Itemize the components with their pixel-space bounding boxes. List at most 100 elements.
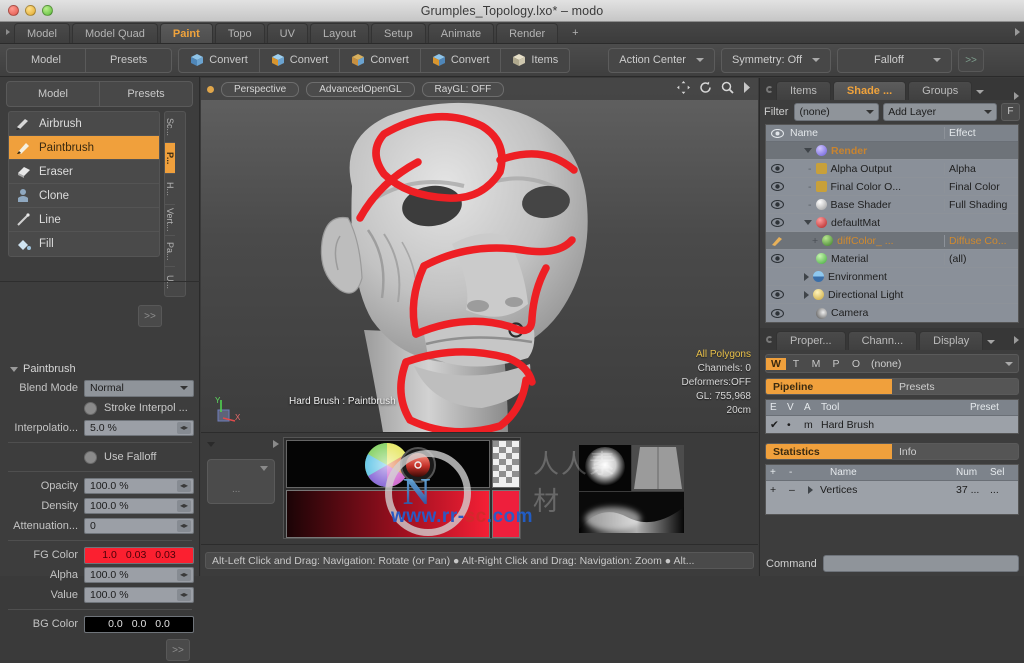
chevron-down-icon[interactable] [976, 90, 985, 94]
color-picker[interactable] [283, 437, 521, 539]
wmpo-key-w[interactable]: W [766, 357, 786, 370]
chevron-down-icon[interactable] [804, 220, 812, 225]
falloff-dropdown[interactable]: Falloff [837, 47, 953, 73]
tab-render[interactable]: Render [496, 23, 559, 43]
table-row[interactable]: Directional Light [766, 286, 1018, 304]
tab-properties[interactable]: Proper... [776, 331, 846, 350]
table-row[interactable]: Environment [766, 268, 1018, 286]
cell-plus[interactable]: + [766, 484, 785, 496]
tab-pipeline[interactable]: Pipeline [766, 379, 892, 394]
zoom-icon[interactable] [721, 81, 734, 94]
eye-icon[interactable] [766, 308, 788, 318]
tab-display[interactable]: Display [919, 331, 984, 350]
symmetry-dropdown[interactable]: Symmetry: Off [720, 47, 832, 73]
table-row[interactable]: - Alpha Output Alpha [766, 160, 1018, 178]
filter-toggle-button[interactable]: F [1000, 102, 1020, 121]
opacity-field[interactable]: 100.0 % ◂▸ [84, 478, 194, 494]
tool-clone[interactable]: Clone [9, 184, 159, 208]
properties-section-header[interactable]: Paintbrush [0, 361, 200, 377]
chevron-down-icon[interactable] [987, 340, 996, 344]
tab-presets[interactable]: Presets [892, 379, 1018, 394]
eye-icon[interactable] [766, 254, 788, 263]
filter-select[interactable]: (none) [794, 102, 880, 121]
tabbar-menu-icon[interactable] [2, 21, 14, 43]
convert-button-4[interactable]: Convert [421, 48, 502, 72]
tab-shader[interactable]: Shade ... [832, 81, 907, 100]
pan-icon[interactable] [677, 81, 690, 94]
tab-layout[interactable]: Layout [309, 23, 369, 43]
table-row[interactable]: + diffColor_ ... Diffuse Co... [766, 232, 1018, 250]
3d-viewport[interactable]: Perspective AdvancedOpenGL RayGL: OFF Al… [201, 78, 758, 432]
color-value-gradient[interactable] [286, 490, 490, 538]
interpolation-field[interactable]: 5.0 % ◂▸ [84, 420, 194, 436]
eye-icon[interactable] [766, 218, 788, 227]
table-row[interactable]: defaultMat [766, 214, 1018, 232]
tab-uv[interactable]: UV [266, 23, 308, 43]
tabs-overflow-icon[interactable] [1014, 336, 1019, 344]
table-row[interactable]: Camera [766, 304, 1018, 322]
alpha-field[interactable]: 100.0 % ◂▸ [84, 567, 194, 583]
table-row[interactable]: - Final Color O... Final Color [766, 178, 1018, 196]
table-row[interactable]: ✔ • m Hard Brush [766, 416, 1018, 433]
mode-model-button[interactable]: Model [7, 48, 86, 72]
tool-airbrush[interactable]: Airbrush [9, 112, 159, 136]
fg-color-swatch[interactable]: 1.0 0.03 0.03 [84, 546, 194, 564]
panel-menu-icon[interactable] [762, 328, 776, 350]
eye-icon[interactable] [766, 182, 788, 191]
items-button[interactable]: Items [501, 49, 569, 72]
chevron-right-icon[interactable] [808, 485, 813, 494]
tab-items[interactable]: Items [776, 81, 831, 100]
tab-topo[interactable]: Topo [214, 23, 265, 43]
eye-icon[interactable] [766, 164, 788, 173]
left-tab-presets[interactable]: Presets [100, 82, 192, 106]
alpha-checker-swatch[interactable] [492, 440, 520, 488]
tool-paintbrush[interactable]: Paintbrush [9, 136, 159, 160]
stepper-icon[interactable]: ◂▸ [177, 520, 191, 532]
tab-groups[interactable]: Groups [908, 81, 973, 100]
convert-button-3[interactable]: Convert [340, 48, 421, 72]
stepper-icon[interactable]: ◂▸ [177, 480, 191, 492]
tool-pipeline-table[interactable]: E V A Tool Preset ✔ • m Hard Brush [765, 399, 1019, 434]
vtab-paint2[interactable]: Pa... [165, 236, 175, 267]
tabs-overflow-icon[interactable] [1014, 92, 1019, 100]
value-field[interactable]: 100.0 % ◂▸ [84, 587, 194, 603]
vtab-paint[interactable]: P... [165, 143, 175, 174]
attenuation-field[interactable]: 0 ◂▸ [84, 518, 194, 534]
chevron-down-icon[interactable] [804, 148, 812, 153]
vtab-vertex[interactable]: Vert... [165, 205, 175, 236]
stepper-icon[interactable]: ◂▸ [177, 500, 191, 512]
stepper-icon[interactable]: ◂▸ [177, 422, 191, 434]
tab-channels[interactable]: Chann... [847, 331, 918, 350]
current-color-swatch[interactable] [492, 490, 520, 538]
tab-animate[interactable]: Animate [427, 23, 495, 43]
shader-tree[interactable]: Name Effect Render - Alpha Output Alpha … [765, 124, 1019, 323]
viewport-raygl-button[interactable]: RayGL: OFF [421, 81, 505, 97]
vtab-utility[interactable]: U... [165, 267, 175, 296]
wmpo-select[interactable]: (none) [866, 358, 1018, 370]
tab-info[interactable]: Info [892, 444, 1018, 459]
brush-preview[interactable] [579, 445, 684, 533]
tab-model-quad[interactable]: Model Quad [71, 23, 158, 43]
vtab-hair[interactable]: H... [165, 174, 175, 205]
viewport-view-mode-button[interactable]: Perspective [221, 81, 300, 97]
panel-menu-icon[interactable] [762, 78, 776, 100]
convert-button-2[interactable]: Convert [260, 48, 341, 72]
tool-list-expand-button[interactable]: >> [138, 305, 162, 327]
eye-icon[interactable] [766, 200, 788, 209]
stepper-icon[interactable]: ◂▸ [177, 569, 191, 581]
tab-add[interactable]: + [560, 23, 590, 43]
wmpo-key-p[interactable]: P [826, 358, 846, 370]
chevron-right-icon[interactable] [804, 272, 809, 281]
tool-eraser[interactable]: Eraser [9, 160, 159, 184]
chevron-right-icon[interactable] [804, 290, 809, 299]
stroke-interpol-checkbox[interactable] [84, 401, 97, 415]
table-row[interactable]: Material (all) [766, 250, 1018, 268]
use-falloff-checkbox[interactable] [84, 450, 97, 464]
stepper-icon[interactable]: ◂▸ [177, 589, 191, 601]
command-input[interactable] [822, 555, 1019, 572]
toolbar-more-button[interactable]: >> [958, 48, 985, 72]
eye-icon[interactable] [766, 290, 788, 299]
vtab-sculpt[interactable]: Sc... [165, 112, 175, 143]
tool-line[interactable]: Line [9, 208, 159, 232]
add-layer-select[interactable]: Add Layer [883, 102, 997, 121]
